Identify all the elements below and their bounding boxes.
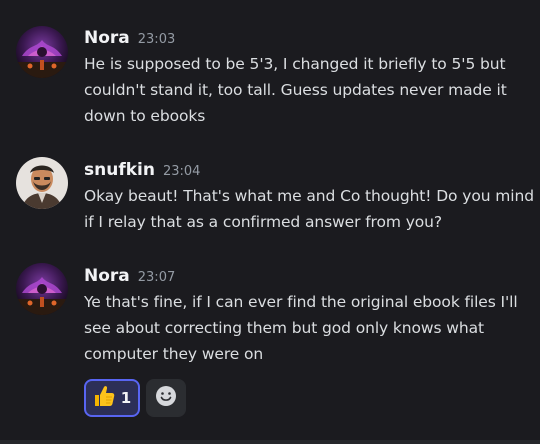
message-text-line: down to ebooks	[84, 107, 206, 125]
reaction-thumbs-up[interactable]: 1	[84, 379, 140, 417]
timestamp[interactable]: 23:03	[138, 32, 175, 47]
message-text-line: He is supposed to be 5'3, I changed it b…	[84, 55, 506, 73]
avatar-nora-image	[16, 263, 68, 315]
username[interactable]: Nora	[84, 266, 130, 286]
timestamp[interactable]: 23:07	[138, 270, 175, 285]
timestamp[interactable]: 23:04	[163, 164, 200, 179]
message-text-line: couldn't stand it, too tall. Guess updat…	[84, 81, 507, 99]
message-text-line: computer they were on	[84, 345, 264, 363]
message-text-line: if I relay that as a confirmed answer fr…	[84, 213, 442, 231]
message-text-line: Okay beaut! That's what me and Co though…	[84, 187, 534, 205]
avatar-nora-image	[16, 26, 68, 78]
avatar-nora[interactable]	[16, 263, 68, 315]
message-text-line: see about correcting them but god only k…	[84, 319, 484, 337]
smiley-add-reaction-icon	[155, 385, 177, 411]
message-header: snufkin 23:04	[84, 160, 200, 180]
add-reaction-button[interactable]	[146, 379, 186, 417]
avatar-snufkin[interactable]	[16, 157, 68, 209]
avatar-snufkin-image	[16, 157, 68, 209]
reaction-bar: 1	[84, 379, 186, 417]
username[interactable]: Nora	[84, 28, 130, 48]
divider	[0, 440, 540, 444]
thumbs-up-icon	[91, 383, 117, 413]
message-header: Nora 23:07	[84, 266, 175, 286]
avatar-nora[interactable]	[16, 26, 68, 78]
chat-log: Nora 23:03 He is supposed to be 5'3, I ch…	[0, 0, 540, 444]
reaction-count: 1	[120, 389, 132, 407]
username[interactable]: snufkin	[84, 160, 155, 180]
message-header: Nora 23:03	[84, 28, 175, 48]
message-text-line: Ye that's fine, if I can ever find the o…	[84, 293, 518, 311]
